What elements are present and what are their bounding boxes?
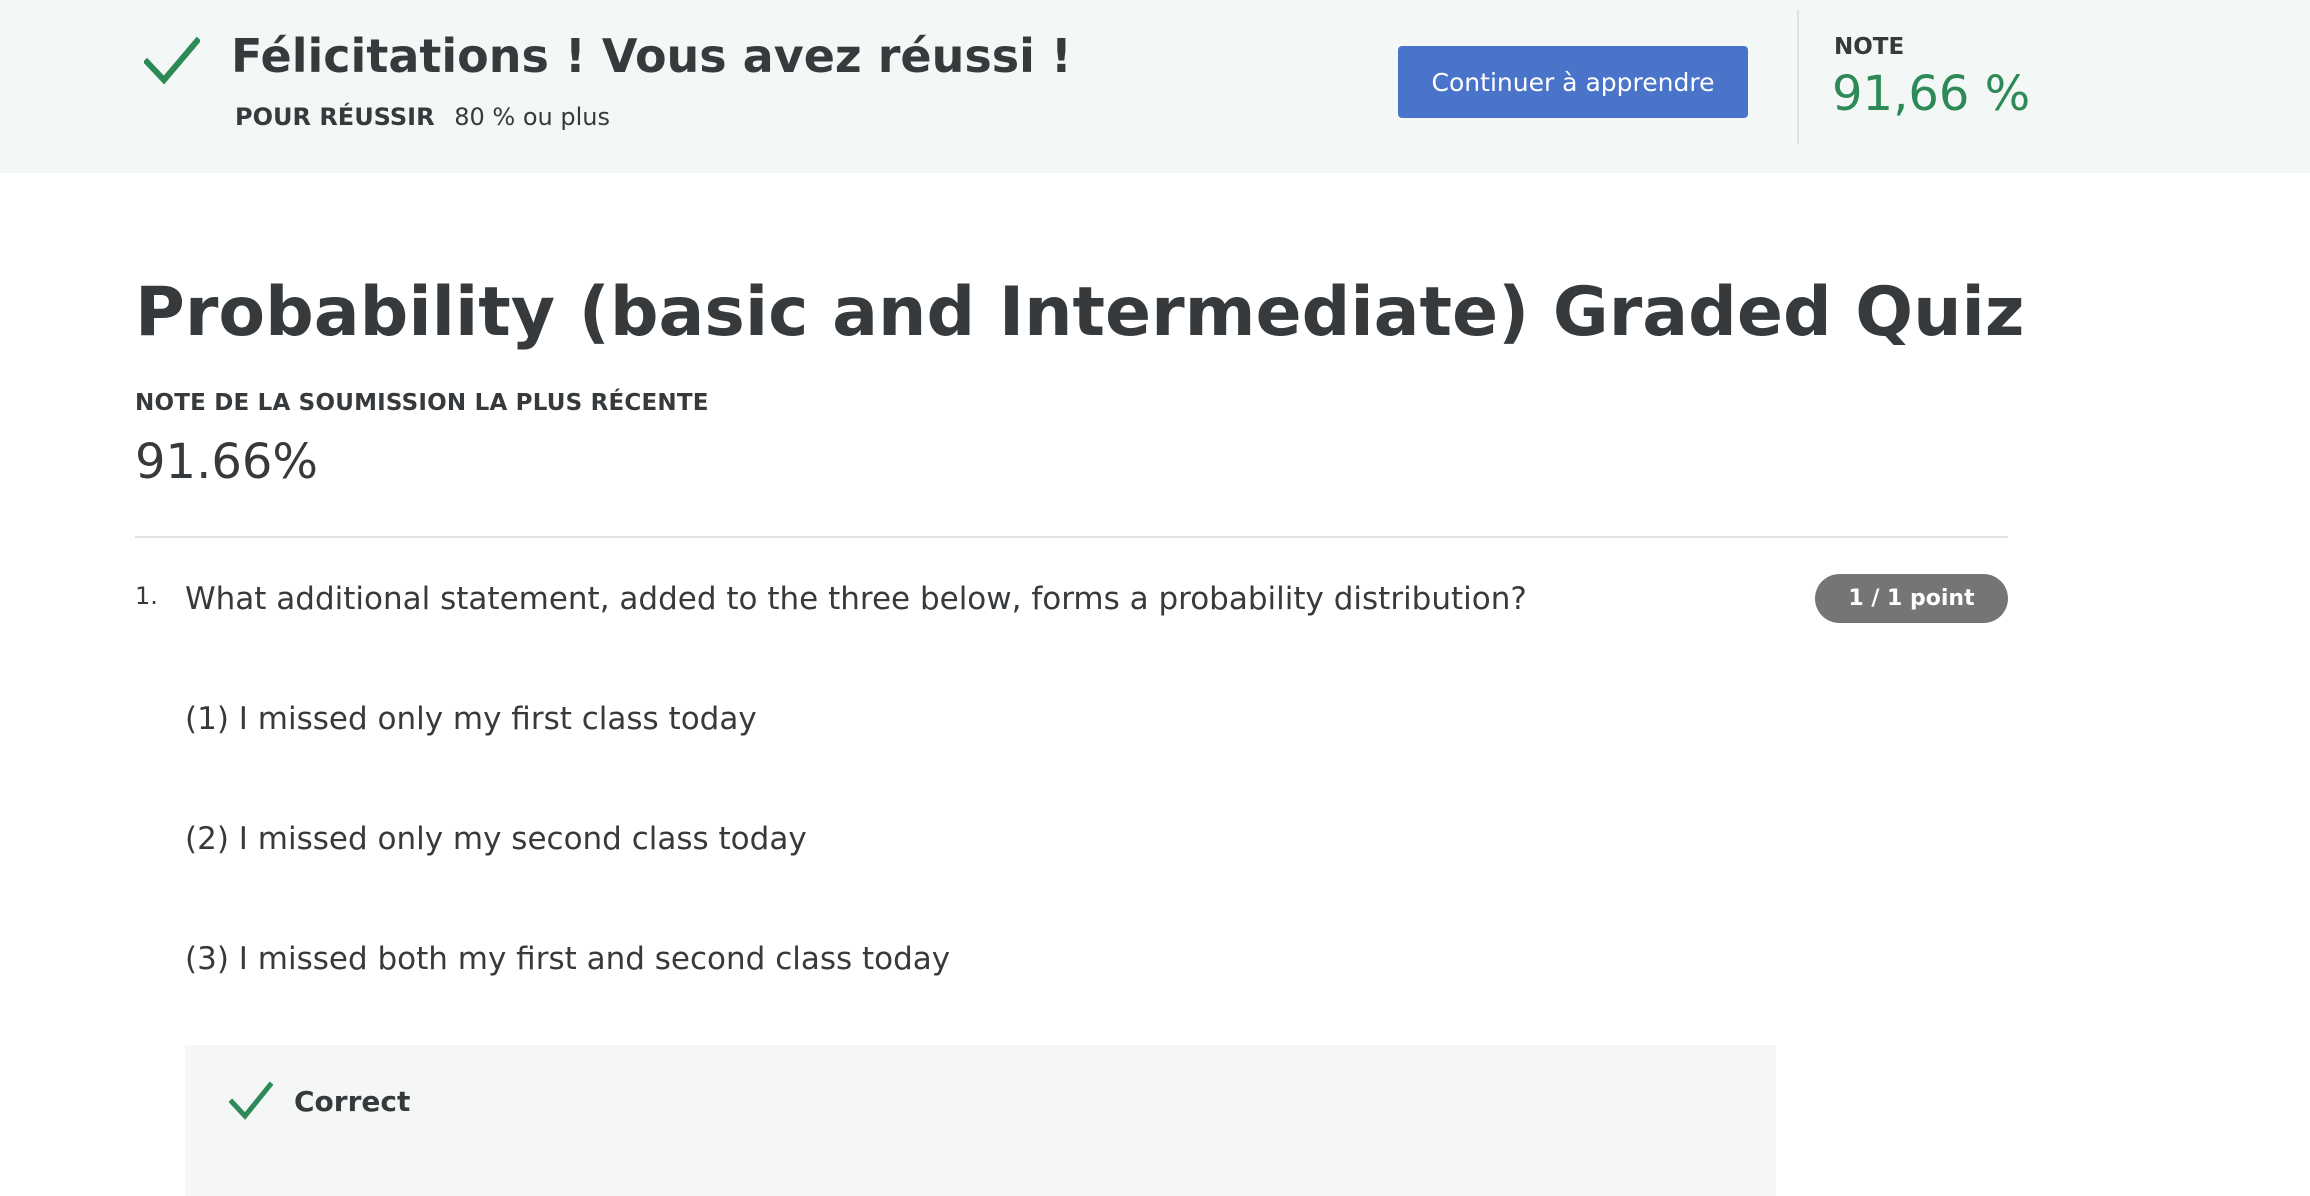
success-banner: Félicitations ! Vous avez réussi ! POUR …: [0, 0, 2310, 173]
quiz-title: Probability (basic and Intermediate) Gra…: [135, 273, 2025, 352]
points-badge: 1 / 1 point: [1815, 574, 2008, 623]
statement-3: (3) I missed both my first and second cl…: [185, 941, 951, 977]
check-icon: [229, 1081, 273, 1120]
grade-value: 91,66 %: [1832, 66, 2031, 122]
recent-submission-label: NOTE DE LA SOUMISSION LA PLUS RÉCENTE: [135, 390, 709, 416]
check-icon: [144, 36, 200, 85]
pass-value: 80 % ou plus: [454, 103, 610, 131]
feedback-text: Correct: [294, 1085, 411, 1118]
pass-label: POUR RÉUSSIR: [235, 103, 435, 131]
question-number: 1.: [135, 582, 158, 610]
statement-2: (2) I missed only my second class today: [185, 821, 807, 857]
banner-divider: [1797, 10, 1799, 144]
statement-1: (1) I missed only my first class today: [185, 701, 757, 737]
pass-requirement: POUR RÉUSSIR 80 % ou plus: [235, 100, 610, 134]
grade-label: NOTE: [1834, 34, 1905, 60]
feedback-box: Correct: [185, 1045, 1776, 1196]
recent-submission-grade: 91.66%: [135, 434, 319, 490]
continue-learning-button[interactable]: Continuer à apprendre: [1398, 46, 1748, 118]
question-text: What additional statement, added to the …: [185, 581, 1527, 617]
success-title: Félicitations ! Vous avez réussi !: [231, 29, 1072, 83]
section-divider: [135, 536, 2008, 538]
